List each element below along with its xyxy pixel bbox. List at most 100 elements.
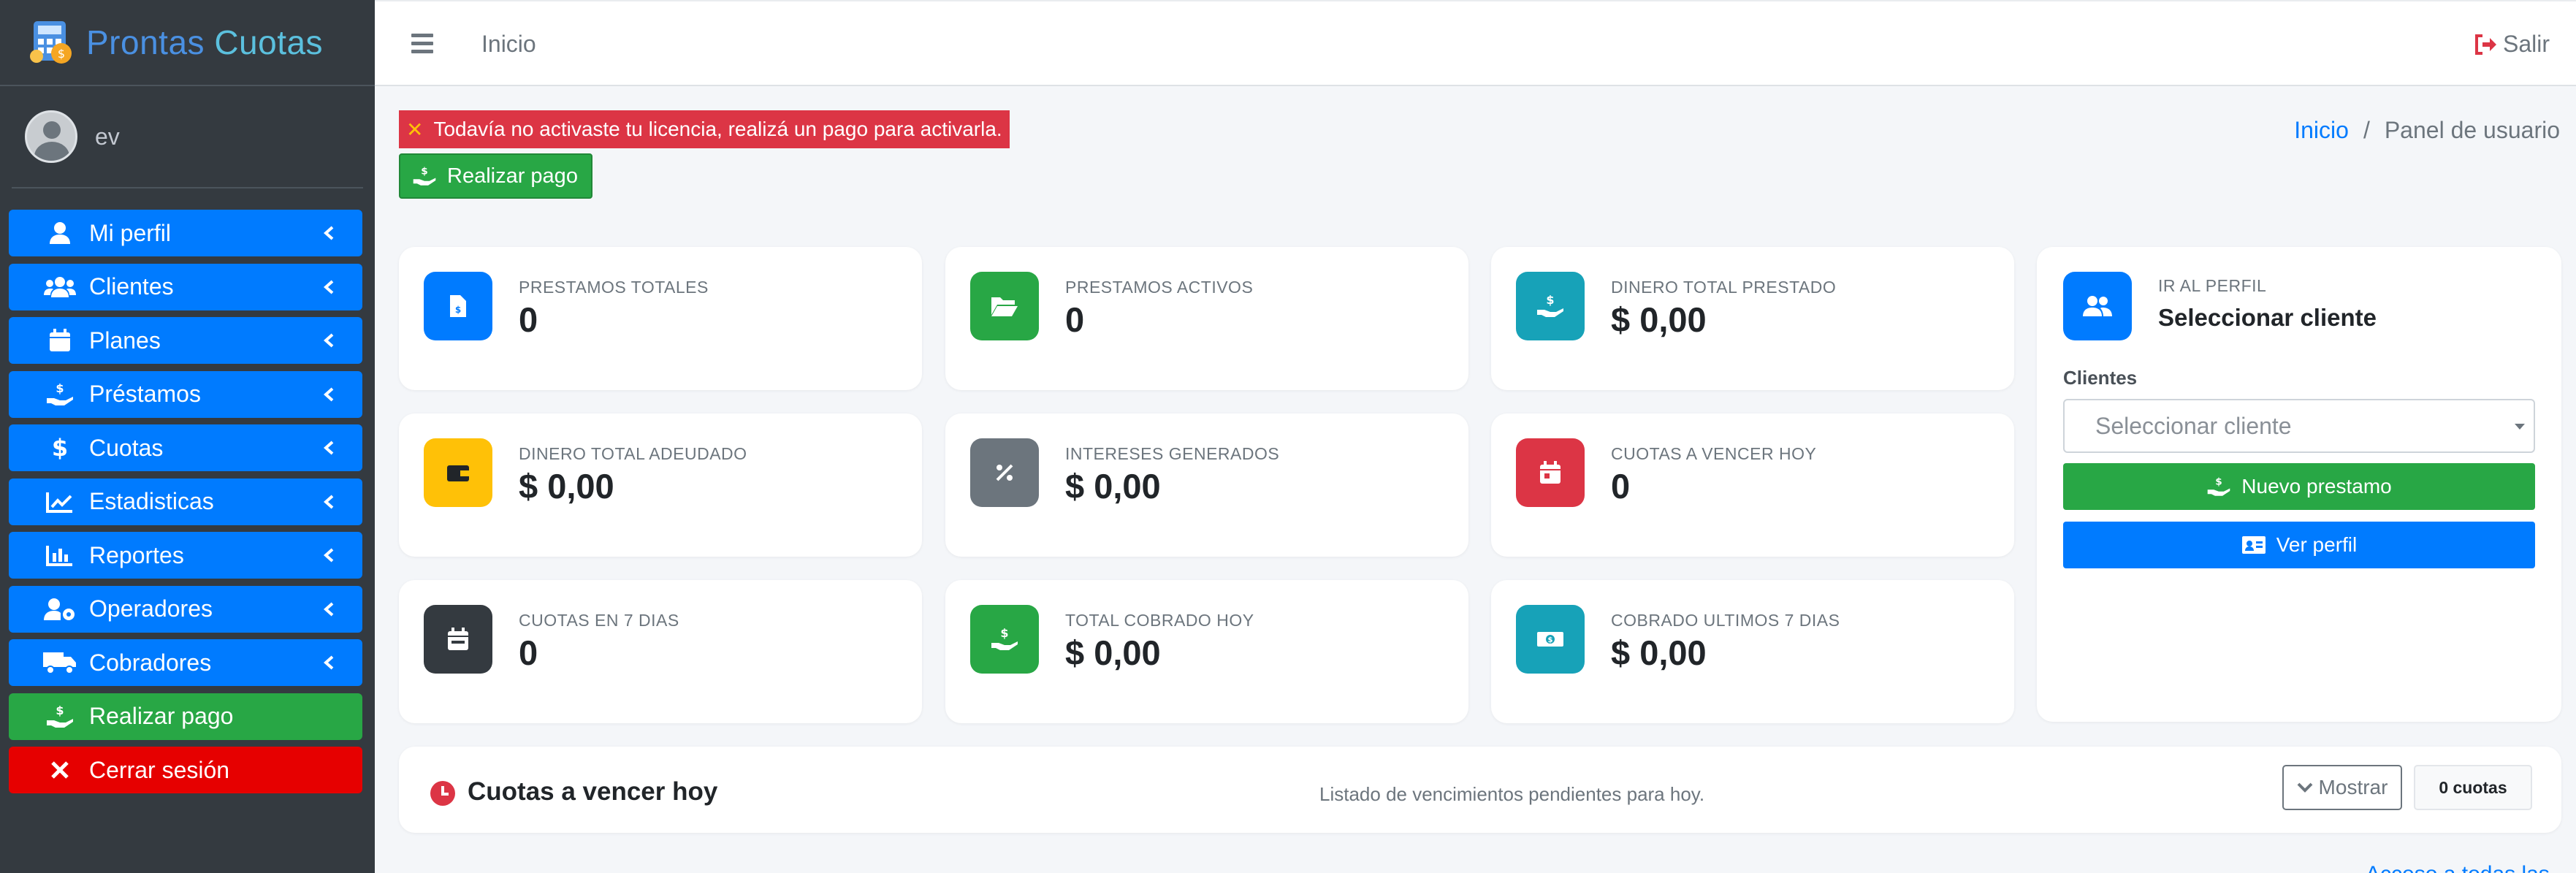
view-profile-button[interactable]: Ver perfil: [2063, 522, 2535, 568]
client-select[interactable]: Seleccionar cliente: [2063, 399, 2535, 453]
svg-text:$: $: [52, 435, 68, 460]
sidebar-item-label: Clientes: [89, 273, 174, 300]
sidebar-item-label: Reportes: [89, 541, 184, 568]
chevron-left-icon: [319, 330, 339, 351]
svg-text:$: $: [421, 165, 427, 177]
chevron-left-icon: [319, 652, 339, 673]
view-profile-label: Ver perfil: [2276, 533, 2358, 556]
breadcrumb-separator: /: [2363, 117, 2370, 143]
clock-icon: [430, 781, 455, 806]
stat-title: DINERO TOTAL PRESTADO: [1611, 278, 1837, 297]
brand[interactable]: $ Prontas Cuotas: [0, 0, 375, 86]
due-today-title: Cuotas a vencer hoy: [468, 777, 718, 806]
money-bill-icon: $: [1516, 605, 1585, 674]
sidebar-item-label: Préstamos: [89, 381, 201, 407]
sidebar-item-cuotas[interactable]: $ Cuotas: [9, 424, 362, 471]
user-cog-icon: [38, 598, 82, 621]
stat-title: PRESTAMOS TOTALES: [519, 278, 709, 297]
sidebar-item-clientes[interactable]: Clientes: [9, 263, 362, 310]
sidebar-item-label: Estadisticas: [89, 488, 214, 514]
clients-label: Clientes: [2063, 367, 2138, 389]
stat-value: $ 0,00: [1065, 467, 1161, 506]
sidebar-item-label: Planes: [89, 327, 161, 354]
user-panel[interactable]: ev: [12, 86, 363, 188]
sidebar-item-cobradores[interactable]: Cobradores: [9, 639, 362, 686]
svg-text:$: $: [455, 305, 461, 315]
stat-title: INTERESES GENERADOS: [1065, 444, 1280, 463]
license-alert: ✕ Todavía no activaste tu licencia, real…: [399, 110, 1010, 148]
stat-card-cuotas-a-vencer-hoy[interactable]: CUOTAS A VENCER HOY 0: [1491, 413, 2014, 557]
chevron-left-icon: [319, 599, 339, 620]
chevron-left-icon: [319, 492, 339, 512]
stat-card-cuotas-en-7-dias[interactable]: CUOTAS EN 7 DIAS 0: [399, 580, 922, 723]
chart-line-icon: [38, 491, 82, 513]
sidebar-item-realizar-pago[interactable]: $ Realizar pago: [9, 693, 362, 740]
chevron-left-icon: [319, 545, 339, 565]
hamburger-menu-icon[interactable]: [411, 34, 433, 53]
chevron-left-icon: [319, 223, 339, 243]
sidebar-item-label: Cerrar sesión: [89, 756, 230, 783]
stat-card-dinero-total-prestado[interactable]: $ DINERO TOTAL PRESTADO $ 0,00: [1491, 247, 2014, 390]
sidebar-item-prestamos[interactable]: $ Préstamos: [9, 370, 362, 418]
top-nav-home-link[interactable]: Inicio: [481, 31, 536, 58]
breadcrumb-home-link[interactable]: Inicio: [2294, 117, 2349, 144]
brand-name: Prontas Cuotas: [86, 23, 324, 61]
stat-card-intereses-generados[interactable]: INTERESES GENERADOS $ 0,00: [945, 413, 1468, 557]
breadcrumb: Inicio / Panel de usuario: [2294, 117, 2560, 144]
stat-value: $ 0,00: [1065, 633, 1161, 672]
sidebar-item-cerrar-sesion[interactable]: Cerrar sesión: [9, 747, 362, 793]
all-quotas-link[interactable]: Acceso a todas las cuotas: [2366, 862, 2576, 873]
stat-card-dinero-total-adeudado[interactable]: DINERO TOTAL ADEUDADO $ 0,00: [399, 413, 922, 557]
svg-text:$: $: [56, 704, 64, 717]
sidebar-item-reportes[interactable]: Reportes: [9, 532, 362, 579]
stat-title: CUOTAS EN 7 DIAS: [519, 611, 679, 630]
profile-card-title: IR AL PERFIL: [2158, 276, 2267, 295]
hand-money-icon: $: [38, 704, 82, 729]
id-card-icon: [2241, 536, 2266, 554]
sidebar-item-estadisticas[interactable]: Estadisticas: [9, 478, 362, 525]
close-icon: [38, 760, 82, 779]
stat-title: CUOTAS A VENCER HOY: [1611, 444, 1817, 463]
users-icon: [38, 276, 82, 298]
chevron-down-icon: [2297, 782, 2312, 793]
show-button[interactable]: Mostrar: [2282, 765, 2402, 810]
logout-label: Salir: [2502, 31, 2550, 57]
avatar: [25, 110, 77, 163]
sidebar-item-planes[interactable]: Planes: [9, 317, 362, 364]
stat-title: PRESTAMOS ACTIVOS: [1065, 278, 1254, 297]
client-select-placeholder: Seleccionar cliente: [2095, 412, 2292, 439]
users-icon: [2063, 272, 2132, 340]
svg-text:$: $: [1548, 636, 1553, 644]
stat-title: TOTAL COBRADO HOY: [1065, 611, 1254, 630]
svg-text:$: $: [1546, 294, 1554, 307]
percent-icon: [970, 438, 1039, 507]
file-icon: $: [424, 272, 492, 340]
stat-card-prestamos-activos[interactable]: PRESTAMOS ACTIVOS 0: [945, 247, 1468, 390]
hand-money-icon: $: [413, 165, 436, 186]
stat-card-total-cobrado-hoy[interactable]: $ TOTAL COBRADO HOY $ 0,00: [945, 580, 1468, 723]
dollar-icon: $: [38, 435, 82, 460]
stat-value: 0: [519, 300, 538, 339]
caret-down-icon: [2515, 424, 2525, 430]
logout-button[interactable]: Salir: [2474, 31, 2550, 58]
realizar-pago-button[interactable]: $ Realizar pago: [399, 153, 592, 199]
folder-open-icon: [970, 272, 1039, 340]
sidebar-nav: Mi perfil Clientes Planes $ Préstamos $ …: [9, 210, 362, 801]
sidebar-item-operadores[interactable]: Operadores: [9, 585, 362, 633]
new-loan-button[interactable]: $ Nuevo prestamo: [2063, 463, 2535, 510]
hand-money-icon: $: [38, 382, 82, 407]
sidebar-item-mi-perfil[interactable]: Mi perfil: [9, 210, 362, 256]
stat-value: $ 0,00: [1611, 300, 1707, 339]
svg-text:$: $: [1000, 627, 1008, 640]
realizar-pago-label: Realizar pago: [447, 164, 578, 188]
calendar-icon: [38, 329, 82, 352]
sidebar: $ Prontas Cuotas ev Mi perfil Clientes P…: [0, 0, 375, 873]
sidebar-item-label: Cuotas: [89, 434, 164, 461]
stat-card-cobrado-ultimos-7-dias[interactable]: $ COBRADO ULTIMOS 7 DIAS $ 0,00: [1491, 580, 2014, 723]
stat-title: COBRADO ULTIMOS 7 DIAS: [1611, 611, 1840, 630]
show-label: Mostrar: [2318, 776, 2388, 798]
stat-card-prestamos-totales[interactable]: $ PRESTAMOS TOTALES 0: [399, 247, 922, 390]
chevron-left-icon: [319, 384, 339, 405]
calculator-logo-icon: $: [23, 17, 82, 68]
svg-text:$: $: [56, 382, 64, 395]
